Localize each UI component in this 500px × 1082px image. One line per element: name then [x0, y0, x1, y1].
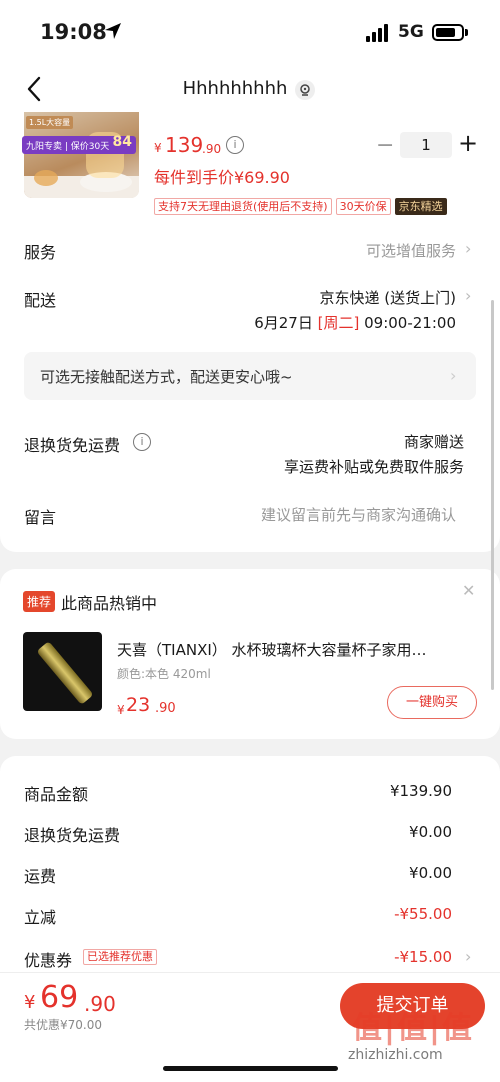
message-label: 留言 — [24, 508, 57, 527]
watermark-logo: 值|值|值 — [352, 1011, 474, 1046]
status-time: 19:08 — [40, 20, 107, 44]
close-icon[interactable]: ✕ — [462, 581, 475, 600]
recommend-title: 此商品热销中 — [61, 594, 158, 613]
home-indicator — [163, 1066, 338, 1071]
price-symbol: ¥ — [154, 141, 162, 155]
summary-label: 优惠券 — [24, 951, 73, 970]
chevron-right-icon[interactable]: › — [465, 286, 471, 305]
summary-value: -¥55.00 — [394, 905, 452, 923]
coupon-tag: 已选推荐优惠 — [83, 949, 157, 965]
summary-label: 运费 — [24, 867, 57, 886]
summary-label: 退换货免运费 — [24, 826, 121, 845]
quantity-minus-button[interactable]: − — [376, 133, 394, 158]
network-label: 5G — [398, 22, 424, 42]
image-promo-price: 84 — [112, 134, 132, 150]
delivery-method[interactable]: 京东快递 (送货上门) — [250, 287, 456, 308]
quantity-plus-button[interactable]: + — [458, 129, 478, 157]
delivery-schedule[interactable]: 6月27日 [周二] 09:00-21:00 — [240, 312, 456, 333]
one-click-buy-button[interactable]: 一键购买 — [387, 686, 477, 719]
image-promo-tag: 九阳专卖 | 保价30天 84 — [22, 134, 136, 154]
total-symbol: ¥ — [24, 992, 36, 1013]
quantity-stepper[interactable]: 1 — [400, 132, 452, 158]
location-arrow-icon — [105, 23, 121, 39]
summary-value: ¥0.00 — [409, 864, 452, 882]
total-integer: 69 — [40, 980, 79, 1015]
image-promo-text: 九阳专卖 | 保价30天 — [26, 142, 110, 152]
recommend-price-symbol: ¥ — [117, 703, 125, 717]
summary-value: ¥0.00 — [409, 823, 452, 841]
price-decimal: .90 — [202, 142, 222, 156]
saved-amount: 共优惠¥70.00 — [24, 1018, 102, 1032]
return-info-icon[interactable]: i — [133, 433, 151, 451]
each-price: 每件到手价¥69.90 — [154, 168, 290, 187]
return-freight-desc: 享运费补贴或免费取件服务 — [283, 458, 464, 476]
summary-value: ¥139.90 — [389, 782, 452, 800]
chevron-right-icon[interactable]: › — [465, 239, 471, 258]
price-info-icon[interactable]: i — [226, 136, 244, 154]
notice-text: 可选无接触配送方式，配送更安心哦~ — [40, 368, 293, 386]
delivery-time: 09:00-21:00 — [364, 314, 456, 332]
image-capacity-tag: 1.5L大容量 — [26, 116, 74, 129]
watermark-url: zhizhizhi.com — [348, 1047, 443, 1063]
return-policy-tag: 支持7天无理由退货(使用后不支持) — [154, 198, 332, 215]
recommend-product-image[interactable] — [23, 632, 102, 711]
chevron-right-icon[interactable]: › — [465, 947, 471, 966]
delivery-weekday: [周二] — [317, 314, 360, 332]
delivery-label: 配送 — [24, 291, 57, 310]
battery-icon — [432, 24, 464, 41]
recommend-badge: 推荐 — [23, 591, 56, 612]
scrollbar[interactable] — [491, 300, 494, 690]
total-decimal: .90 — [84, 992, 116, 1016]
summary-label: 立减 — [24, 908, 57, 927]
service-value[interactable]: 可选增值服务 — [250, 240, 456, 261]
page-title: Hhhhhhhhh — [182, 78, 288, 99]
recommend-price-decimal: .90 — [155, 701, 176, 716]
summary-label: 商品金额 — [24, 785, 89, 804]
recommend-product-spec: 颜色:本色 420ml — [117, 667, 211, 681]
price-protect-tag: 30天价保 — [335, 198, 391, 215]
delivery-date: 6月27日 — [254, 314, 313, 332]
return-freight-label: 退换货免运费 — [24, 436, 121, 455]
signal-icon — [366, 24, 392, 42]
message-input[interactable]: 建议留言前先与商家沟通确认 — [210, 504, 456, 525]
location-pin-icon[interactable] — [294, 79, 316, 101]
service-label: 服务 — [24, 243, 57, 262]
recommend-price-integer: 23 — [126, 694, 151, 716]
coupon-value[interactable]: -¥15.00 — [340, 948, 452, 966]
price-integer: 139 — [165, 133, 204, 157]
recommend-product-name[interactable]: 天喜（TIANXI） 水杯玻璃杯大容量杯子家用… — [117, 639, 467, 660]
jd-select-tag: 京东精选 — [394, 198, 447, 215]
chevron-right-icon[interactable]: › — [450, 366, 456, 385]
battery-cap — [465, 29, 468, 36]
return-freight-value: 商家赠送 — [403, 433, 464, 451]
product-tags: 支持7天无理由退货(使用后不支持) 30天价保 京东精选 — [154, 195, 451, 215]
